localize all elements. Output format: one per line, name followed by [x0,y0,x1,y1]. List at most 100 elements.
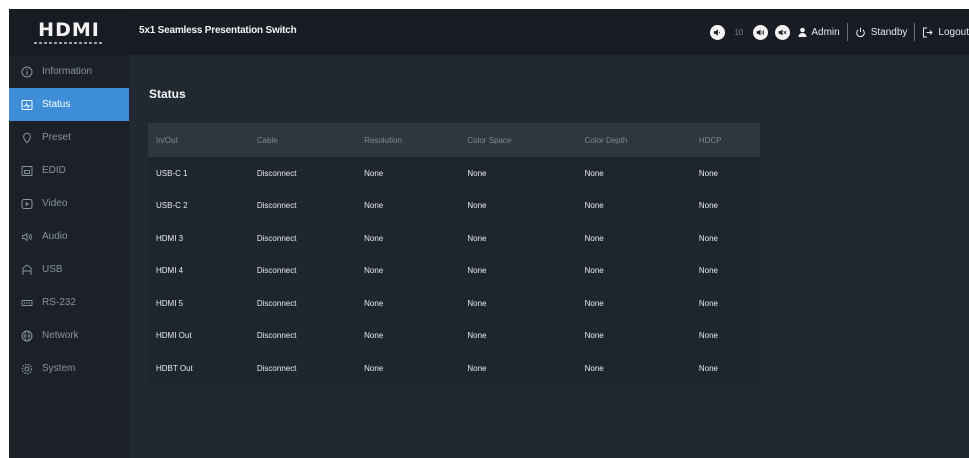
sidebar-item-label: EDID [42,165,66,176]
cell-resolution: None [364,331,384,341]
table-row: HDMI 4 Disconnect None None None None [148,255,760,288]
sidebar-item-label: USB [42,264,63,275]
cell-in-out: HDMI 5 [156,298,184,308]
cell-hdcp: None [698,201,718,211]
sidebar-item-video[interactable]: Video [9,187,129,220]
standby-button[interactable]: Standby [871,27,908,38]
cell-color-depth: None [584,266,604,276]
system-icon [21,363,33,375]
cell-hdcp: None [698,233,718,243]
sidebar-item-label: Audio [42,231,68,242]
app-window: HDMI Information Status Preset EDID Vide… [9,9,969,458]
sidebar-item-preset[interactable]: Preset [9,121,129,154]
cell-color-space: None [467,331,487,341]
table-row: HDMI 5 Disconnect None None None None [148,287,760,320]
cell-color-depth: None [584,331,604,341]
audio-icon [21,231,33,243]
status-icon [21,99,33,111]
user-icon [798,27,807,37]
cell-color-depth: None [584,168,604,178]
volume-down-button[interactable] [710,24,726,40]
cell-color-space: None [467,168,487,178]
cell-in-out: USB-C 2 [156,201,188,211]
cell-color-space: None [467,266,487,276]
logo-text: HDMI [38,18,100,41]
cell-cable: Disconnect [256,233,297,243]
sidebar: HDMI Information Status Preset EDID Vide… [9,9,129,458]
cell-cable: Disconnect [256,331,297,341]
product-title: 5x1 Seamless Presentation Switch [139,25,297,36]
sidebar-item-label: Information [42,66,93,77]
sidebar-item-edid[interactable]: EDID [9,154,129,187]
cell-resolution: None [364,168,384,178]
table-row: HDMI 3 Disconnect None None None None [148,222,760,255]
cell-color-depth: None [584,363,604,373]
sidebar-item-audio[interactable]: Audio [9,220,129,253]
column-header-in-out: In/Out [156,135,178,145]
cell-in-out: USB-C 1 [156,168,188,178]
main-content: Status In/Out Cable Resolution Color Spa… [129,55,969,458]
cell-cable: Disconnect [256,168,297,178]
sidebar-item-information[interactable]: Information [9,55,129,88]
cell-hdcp: None [698,266,718,276]
cell-color-space: None [467,363,487,373]
cell-hdcp: None [698,331,718,341]
mute-icon [779,28,787,36]
cell-color-depth: None [584,233,604,243]
sidebar-item-label: Preset [42,132,71,143]
info-icon [21,66,33,78]
cell-color-space: None [467,201,487,211]
preset-icon [21,132,33,144]
mute-button[interactable] [775,24,791,40]
sidebar-item-label: Status [42,99,71,110]
sidebar-item-label: RS-232 [42,297,76,308]
power-icon[interactable] [855,27,866,38]
table-row: HDMI Out Disconnect None None None None [148,320,760,353]
column-header-cable: Cable [256,135,278,145]
column-header-color-depth: Color Depth [584,135,628,145]
cell-resolution: None [364,298,384,308]
column-header-hdcp: HDCP [698,135,722,145]
hdmi-logo: HDMI [9,9,129,55]
top-bar-controls: 10 Admin Standby Logout [710,9,969,55]
logout-button[interactable]: Logout [938,27,969,38]
usb-icon [21,263,33,276]
divider [914,23,916,41]
cell-hdcp: None [698,363,718,373]
logo-tagline-bar [34,41,104,44]
network-icon [21,330,33,342]
table-row: USB-C 1 Disconnect None None None None [148,157,760,190]
cell-resolution: None [364,266,384,276]
cell-color-space: None [467,233,487,243]
volume-up-icon [757,28,765,36]
sidebar-nav: Information Status Preset EDID Video Aud… [9,55,129,385]
sidebar-item-status[interactable]: Status [9,88,129,121]
page-title: Status [149,87,186,101]
cell-cable: Disconnect [256,266,297,276]
table-row: HDBT Out Disconnect None None None None [148,352,760,385]
top-bar: 5x1 Seamless Presentation Switch 10 Admi… [129,9,969,55]
sidebar-item-rs232[interactable]: RS-232 [9,286,129,319]
cell-color-space: None [467,298,487,308]
edid-icon [21,165,33,177]
status-table: In/Out Cable Resolution Color Space Colo… [148,123,760,385]
cell-resolution: None [364,233,384,243]
logout-icon[interactable] [922,27,934,38]
cell-resolution: None [364,363,384,373]
sidebar-item-label: System [42,363,76,374]
cell-hdcp: None [698,298,718,308]
sidebar-item-label: Network [42,330,79,341]
user-account-link[interactable]: Admin [811,27,839,38]
rs232-icon [21,297,33,309]
sidebar-item-network[interactable]: Network [9,319,129,352]
cell-in-out: HDMI 3 [156,233,184,243]
volume-down-icon [714,28,721,36]
sidebar-item-usb[interactable]: USB [9,253,129,286]
cell-color-depth: None [584,298,604,308]
divider [846,23,848,41]
volume-level: 10 [734,27,744,37]
volume-up-button[interactable] [753,24,769,40]
sidebar-item-system[interactable]: System [9,352,129,385]
cell-in-out: HDBT Out [156,363,193,373]
cell-resolution: None [364,201,384,211]
